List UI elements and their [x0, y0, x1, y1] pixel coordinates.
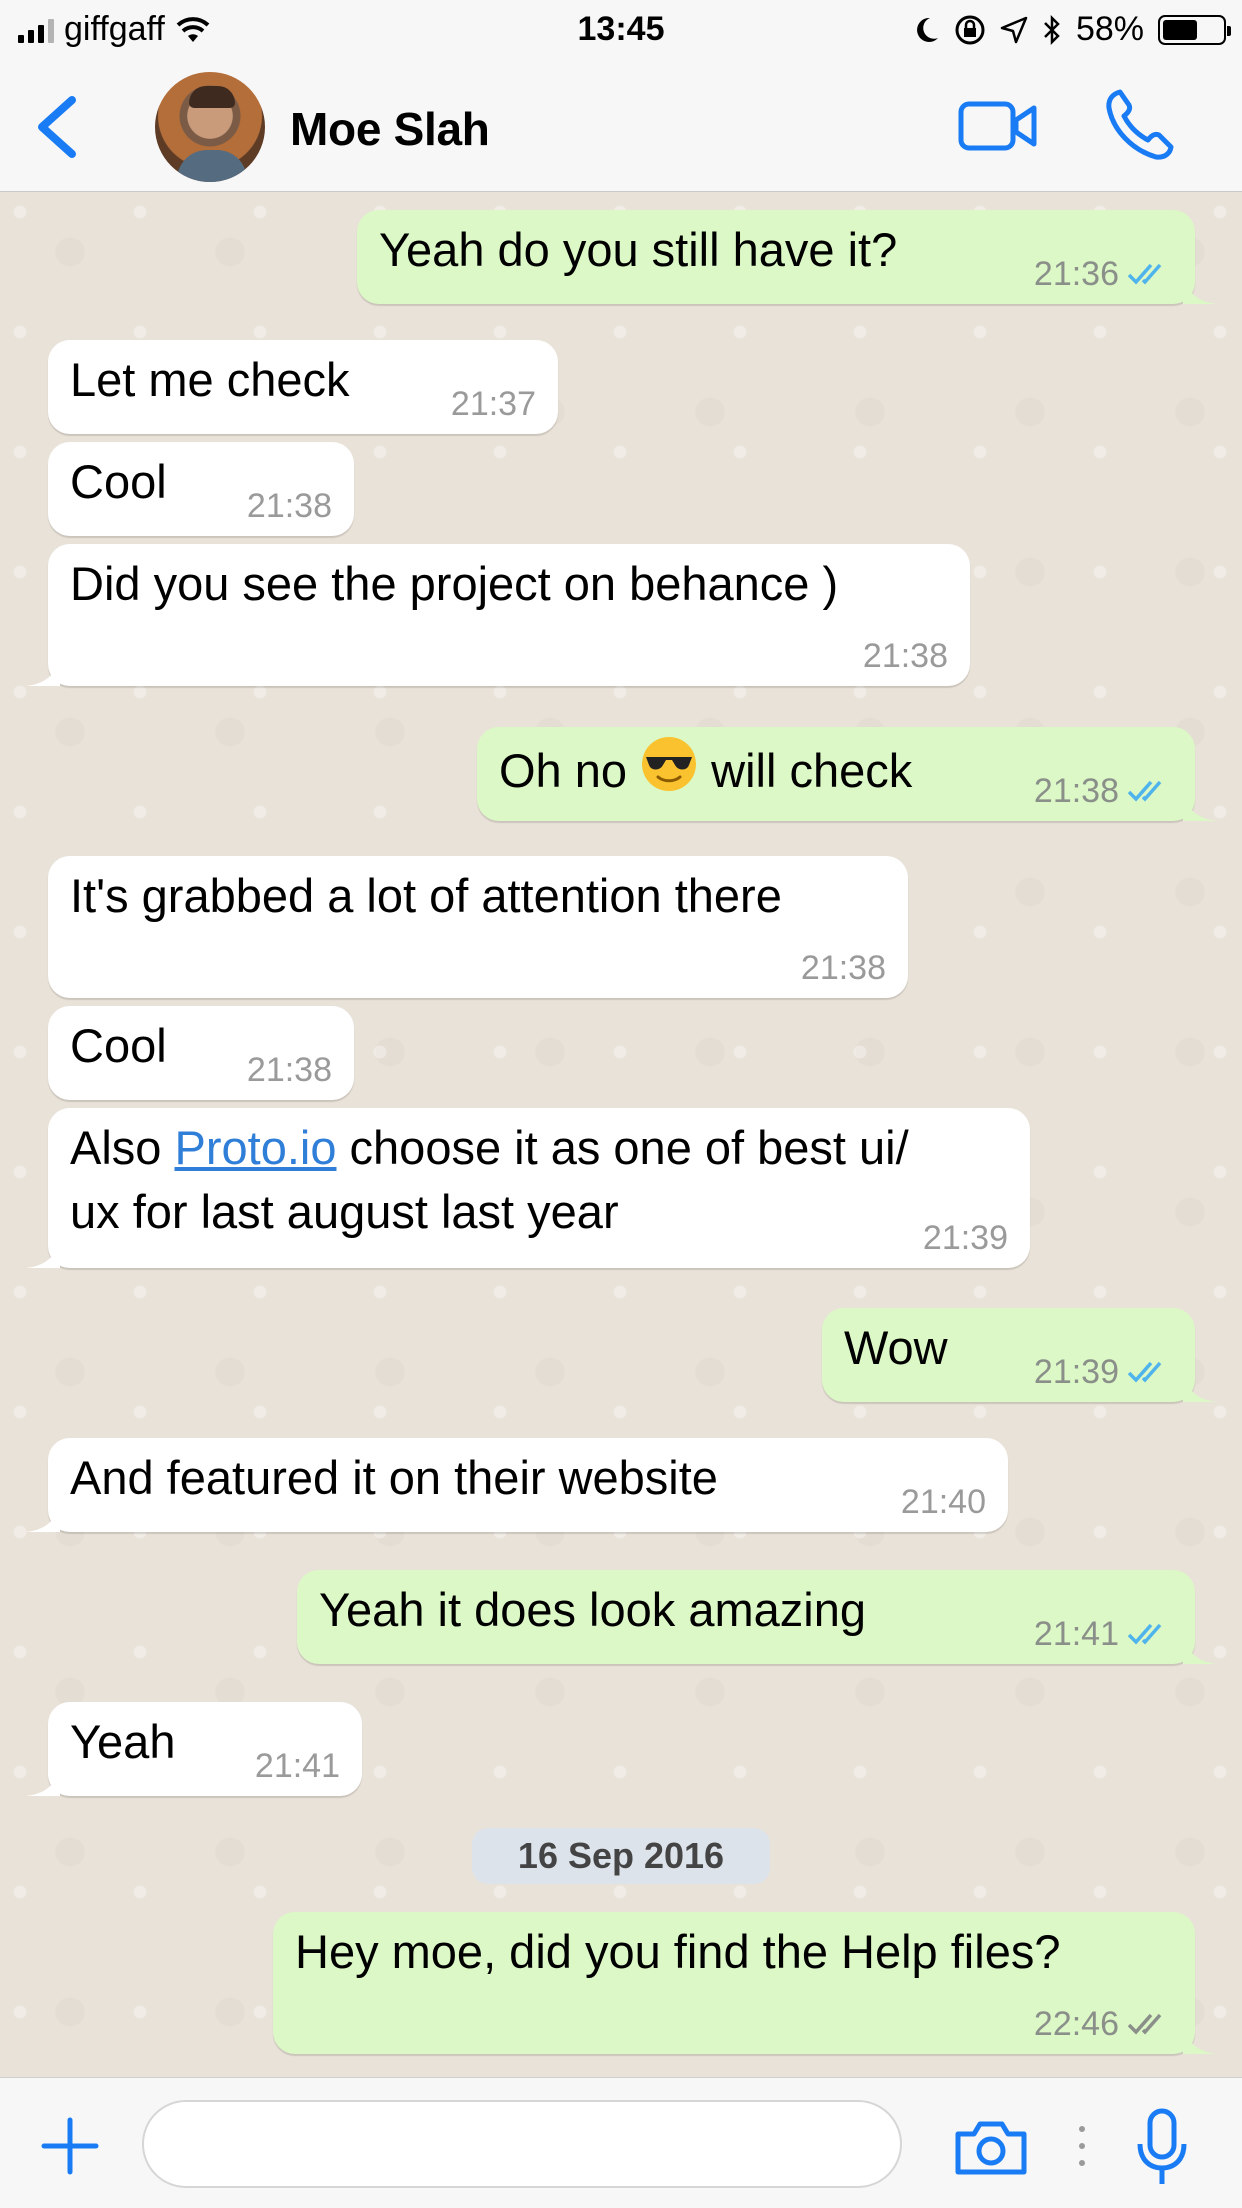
- status-bar: giffgaff 13:45 58%: [0, 0, 1242, 62]
- message-text: Cool: [70, 455, 167, 508]
- bubble-tail: [1183, 1372, 1217, 1402]
- message-text: Hey moe, did you find the Help files?: [295, 1925, 1061, 1978]
- message-meta: 21:36: [1034, 254, 1173, 294]
- bluetooth-icon: [1044, 14, 1060, 45]
- double-tick-delivered-icon: [1127, 2013, 1162, 2035]
- message-text: Oh no will check: [499, 735, 912, 803]
- message-bubble-outgoing[interactable]: Yeah it does look amazing 21:41: [297, 1570, 1217, 1664]
- message-time: 21:39: [922, 1219, 1008, 1257]
- message-text: Also Proto.io choose it as one of best u…: [70, 1116, 909, 1244]
- message-meta: 21:40: [901, 1482, 986, 1522]
- rotation-lock-icon: [955, 15, 985, 44]
- double-tick-read-icon: [1127, 1623, 1162, 1645]
- bubble-tail: [26, 1502, 60, 1532]
- message-text: Yeah do you still have it?: [379, 223, 898, 276]
- message-time: 21:38: [800, 949, 886, 987]
- message-meta: 21:38: [1034, 771, 1173, 811]
- chat-area: Yeah do you still have it? 21:36 Let me …: [0, 192, 1242, 2077]
- status-right: 58%: [914, 10, 1231, 49]
- double-tick-read-icon: [1127, 263, 1162, 285]
- message-text-part: Oh no: [499, 744, 628, 797]
- message-bubble-outgoing[interactable]: Oh no will check 21:38: [477, 727, 1217, 821]
- message-bubble-incoming[interactable]: Also Proto.io choose it as one of best u…: [26, 1108, 1030, 1268]
- contact-name[interactable]: Moe Slah: [290, 102, 490, 156]
- double-tick-read-icon: [1127, 780, 1162, 802]
- video-call-button[interactable]: [958, 96, 1038, 156]
- message-meta: 21:37: [451, 384, 536, 424]
- message-bubble-outgoing[interactable]: Yeah do you still have it? 21:36: [357, 210, 1217, 304]
- bubble-tail: [1183, 274, 1217, 304]
- message-text-part: choose it as one of best ui/: [336, 1121, 909, 1174]
- message-meta: 21:38: [801, 948, 886, 988]
- microphone-button[interactable]: [1134, 2108, 1190, 2188]
- message-meta: 21:39: [923, 1218, 1008, 1258]
- message-text: Yeah: [70, 1715, 176, 1768]
- back-button[interactable]: [30, 94, 86, 160]
- message-meta: 21:39: [1034, 1352, 1173, 1392]
- camera-button[interactable]: [954, 2118, 1028, 2176]
- message-text: Yeah it does look amazing: [319, 1583, 866, 1636]
- message-text-part: Also: [70, 1121, 175, 1174]
- location-icon: [1000, 16, 1028, 43]
- more-dots-icon: [1077, 2126, 1087, 2166]
- double-tick-read-icon: [1127, 1361, 1162, 1383]
- avatar[interactable]: [155, 72, 265, 182]
- message-text: Did you see the project on behance ): [70, 557, 839, 610]
- bubble-tail: [26, 656, 60, 686]
- chat-header: Moe Slah: [0, 62, 1242, 192]
- message-time: 21:38: [1033, 772, 1119, 810]
- message-text: Let me check: [70, 353, 350, 406]
- message-meta: 21:41: [1034, 1614, 1173, 1654]
- bubble-tail: [26, 1238, 60, 1268]
- message-text: Cool: [70, 1019, 167, 1072]
- bubble-tail: [26, 1766, 60, 1796]
- attach-plus-button[interactable]: [40, 2116, 100, 2176]
- message-time: 21:38: [246, 487, 332, 525]
- message-bubble-incoming[interactable]: Let me check 21:37: [48, 340, 558, 434]
- battery-icon: [1158, 14, 1231, 45]
- message-text: And featured it on their website: [70, 1451, 718, 1504]
- message-time: 21:38: [862, 637, 948, 675]
- message-bubble-incoming[interactable]: Cool 21:38: [48, 1006, 354, 1100]
- message-meta: 22:46: [1034, 2004, 1173, 2044]
- message-time: 21:37: [450, 385, 536, 423]
- message-time: 22:46: [1033, 2005, 1119, 2043]
- message-time: 21:40: [900, 1483, 986, 1521]
- message-time: 21:41: [1033, 1615, 1119, 1653]
- message-time: 21:41: [254, 1747, 340, 1785]
- message-bubble-incoming[interactable]: Did you see the project on behance ) 21:…: [26, 544, 970, 686]
- message-input[interactable]: [142, 2100, 902, 2188]
- moon-icon: [917, 17, 938, 42]
- message-time: 21:36: [1033, 255, 1119, 293]
- message-text-part: will check: [711, 744, 913, 797]
- message-bubble-incoming[interactable]: It's grabbed a lot of attention there 21…: [48, 856, 908, 998]
- message-text-part: ux for last august last year: [70, 1185, 619, 1238]
- message-meta: 21:38: [247, 1050, 332, 1090]
- bubble-tail: [1183, 1634, 1217, 1664]
- message-bubble-incoming[interactable]: Yeah 21:41: [26, 1702, 362, 1796]
- battery-percent: 58%: [1075, 10, 1144, 48]
- message-bubble-outgoing[interactable]: Wow 21:39: [822, 1308, 1217, 1402]
- voice-call-button[interactable]: [1104, 88, 1174, 162]
- message-meta: 21:38: [863, 636, 948, 676]
- bubble-tail: [1183, 2024, 1217, 2054]
- message-text: Wow: [844, 1321, 948, 1374]
- message-bubble-incoming[interactable]: And featured it on their website 21:40: [26, 1438, 1008, 1532]
- proto-io-link[interactable]: Proto.io: [175, 1121, 337, 1174]
- date-separator: 16 Sep 2016: [472, 1828, 770, 1884]
- message-bubble-outgoing[interactable]: Hey moe, did you find the Help files? 22…: [273, 1912, 1217, 2054]
- message-meta: 21:38: [247, 486, 332, 526]
- message-bubble-incoming[interactable]: Cool 21:38: [48, 442, 354, 536]
- input-bar: [0, 2077, 1242, 2208]
- message-time: 21:39: [1033, 1353, 1119, 1391]
- message-text: It's grabbed a lot of attention there: [70, 869, 782, 922]
- message-time: 21:38: [246, 1051, 332, 1089]
- bubble-tail: [1183, 791, 1217, 821]
- message-meta: 21:41: [255, 1746, 340, 1786]
- sunglasses-emoji-icon: [642, 737, 697, 791]
